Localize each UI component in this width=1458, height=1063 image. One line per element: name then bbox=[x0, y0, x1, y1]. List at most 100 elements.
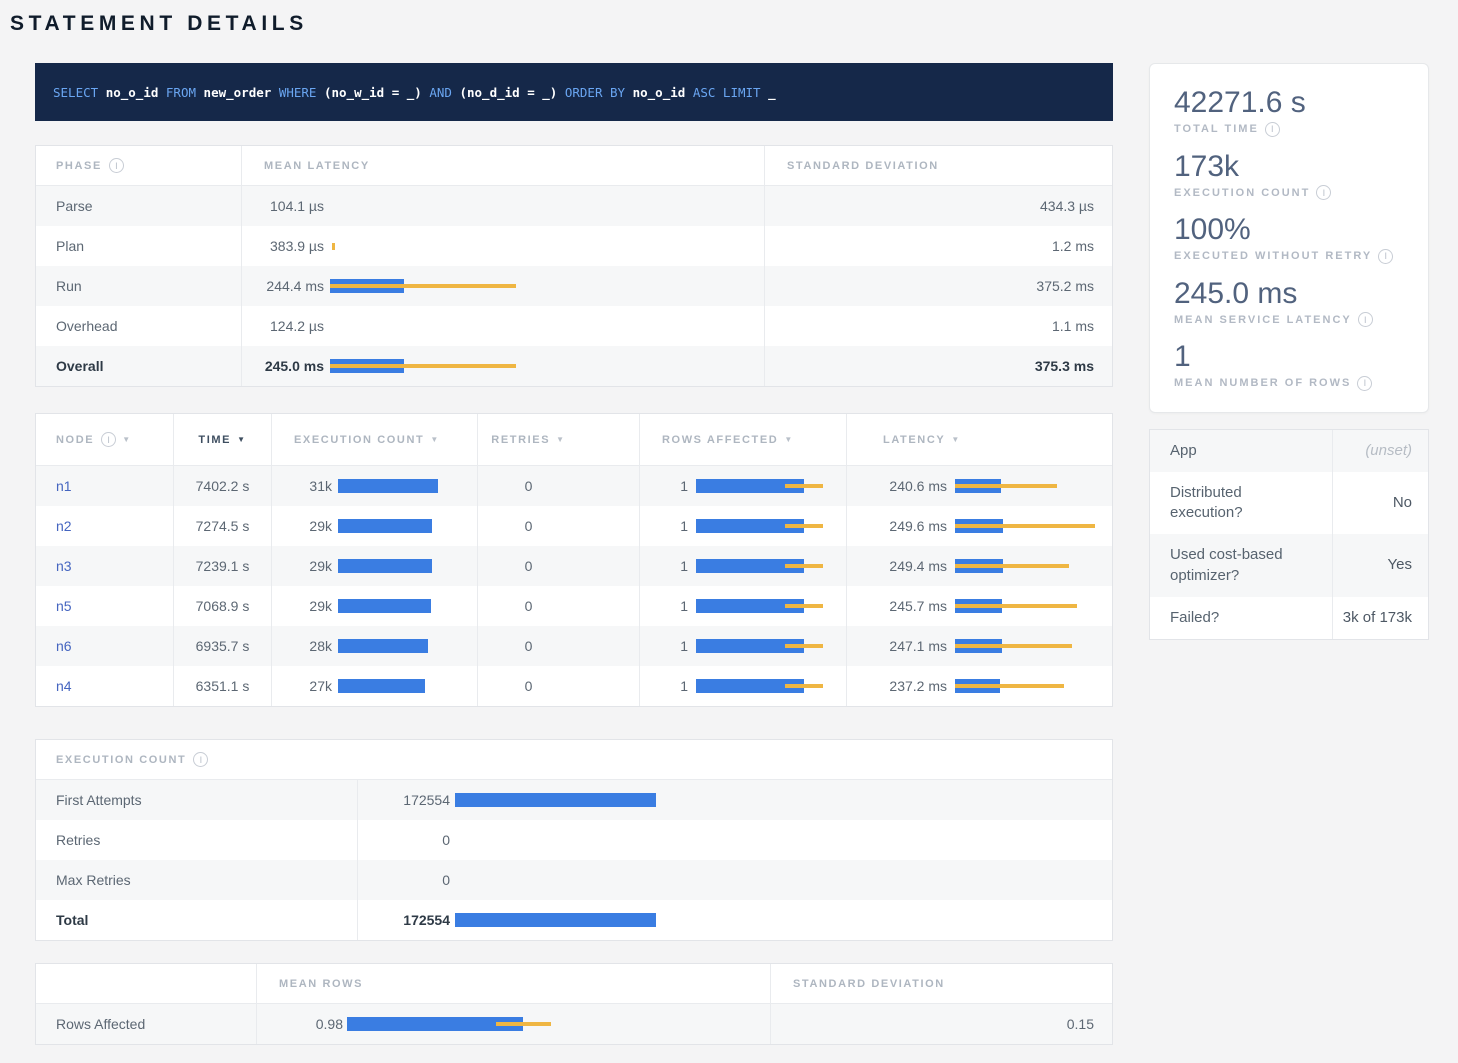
bar-mean-segment bbox=[338, 479, 438, 493]
latency-cell: 247.1 ms bbox=[846, 626, 1114, 666]
info-icon[interactable]: i bbox=[101, 432, 116, 447]
node-header-cell[interactable]: NODE i ▼ bbox=[36, 414, 173, 465]
info-icon[interactable]: i bbox=[1357, 376, 1372, 391]
phase-row: Plan383.9 µs1.2 ms bbox=[36, 226, 1112, 266]
time-header-cell[interactable]: TIME ▼ bbox=[173, 414, 271, 465]
phase-name: Overhead bbox=[36, 306, 241, 346]
mean-rows-cell: 0.98 bbox=[256, 1004, 770, 1044]
mean-latency-cell: 244.4 ms bbox=[241, 266, 764, 306]
summary-stats-card: 42271.6 sTOTAL TIMEi173kEXECUTION COUNTi… bbox=[1149, 63, 1429, 413]
sort-arrow-icon[interactable]: ▼ bbox=[951, 435, 961, 444]
stat-value: 245.0 ms bbox=[1174, 277, 1404, 312]
summary-stat: 1MEAN NUMBER OF ROWSi bbox=[1174, 340, 1404, 391]
stat-label: EXECUTION COUNTi bbox=[1174, 185, 1404, 200]
bar-stddev-whisker bbox=[785, 524, 823, 528]
execution-count-cell: 29k bbox=[271, 586, 477, 626]
phase-latency-table: PHASE i MEAN LATENCY STANDARD DEVIATION … bbox=[35, 145, 1113, 387]
execution-count-value: 28k bbox=[276, 638, 332, 654]
details-value: 3k of 173k bbox=[1332, 597, 1428, 639]
rows-affected-header-cell[interactable]: ROWS AFFECTED ▼ bbox=[639, 414, 846, 465]
execution-count-row-value-cell: 172554 bbox=[357, 780, 1112, 820]
info-icon[interactable]: i bbox=[109, 158, 124, 173]
phase-row: Parse104.1 µs434.3 µs bbox=[36, 186, 1112, 226]
phase-header-cell: PHASE i bbox=[36, 146, 241, 185]
rows-affected-row: Rows Affected0.980.15 bbox=[36, 1004, 1112, 1044]
bar-stddev-whisker bbox=[330, 284, 516, 288]
rows-affected-value: 1 bbox=[648, 598, 688, 614]
bar-stddev-whisker bbox=[785, 564, 823, 568]
mean-latency-cell: 124.2 µs bbox=[241, 306, 764, 346]
mean-latency-value: 124.2 µs bbox=[246, 318, 324, 334]
mean-rows-bar bbox=[347, 1017, 551, 1031]
details-value: (unset) bbox=[1332, 430, 1428, 472]
node-time: 7402.2 s bbox=[173, 466, 271, 506]
summary-stat: 245.0 msMEAN SERVICE LATENCYi bbox=[1174, 277, 1404, 328]
latency-header-label: LATENCY bbox=[883, 434, 945, 446]
details-row: App(unset) bbox=[1150, 430, 1428, 472]
execution-count-header-cell[interactable]: EXECUTION COUNT ▼ bbox=[271, 414, 477, 465]
node-name-cell: n6 bbox=[36, 626, 173, 666]
node-link[interactable]: n3 bbox=[56, 558, 72, 574]
node-link[interactable]: n2 bbox=[56, 518, 72, 534]
info-icon[interactable]: i bbox=[1378, 249, 1393, 264]
stddev-header-label: STANDARD DEVIATION bbox=[793, 978, 945, 990]
sql-identifier: new_order bbox=[204, 85, 272, 100]
latency-header-cell[interactable]: LATENCY ▼ bbox=[846, 414, 1114, 465]
phase-table-body: Parse104.1 µs434.3 µsPlan383.9 µs1.2 msR… bbox=[36, 186, 1112, 386]
rows-affected-cell: 1 bbox=[639, 626, 846, 666]
node-name-cell: n3 bbox=[36, 546, 173, 586]
details-row: Failed?3k of 173k bbox=[1150, 597, 1428, 639]
stddev-value: 1.2 ms bbox=[764, 226, 1114, 266]
latency-bar bbox=[955, 519, 1095, 533]
details-label: Distributed execution? bbox=[1150, 472, 1332, 535]
rows-affected-header-label: ROWS AFFECTED bbox=[662, 434, 778, 446]
info-icon[interactable]: i bbox=[1358, 312, 1373, 327]
execution-count-row-value: 172554 bbox=[362, 912, 450, 928]
mean-rows-header-label: MEAN ROWS bbox=[279, 978, 363, 990]
execution-count-cell: 27k bbox=[271, 666, 477, 706]
sort-arrow-icon[interactable]: ▼ bbox=[784, 435, 794, 444]
retries-header-cell[interactable]: RETRIES ▼ bbox=[477, 414, 639, 465]
sort-arrow-icon[interactable]: ▼ bbox=[237, 435, 247, 444]
stddev-tick bbox=[332, 243, 335, 250]
node-time: 7274.5 s bbox=[173, 506, 271, 546]
sort-arrow-icon[interactable]: ▼ bbox=[122, 435, 132, 444]
latency-cell: 237.2 ms bbox=[846, 666, 1114, 706]
time-header-label: TIME bbox=[198, 434, 231, 446]
retries-value: 0 bbox=[477, 586, 639, 626]
node-link[interactable]: n4 bbox=[56, 678, 72, 694]
node-link[interactable]: n5 bbox=[56, 598, 72, 614]
rows-affected-value: 1 bbox=[648, 518, 688, 534]
latency-bar bbox=[955, 559, 1069, 573]
sort-arrow-icon[interactable]: ▼ bbox=[556, 435, 566, 444]
latency-cell: 240.6 ms bbox=[846, 466, 1114, 506]
execution-count-cell: 28k bbox=[271, 626, 477, 666]
sql-identifier: no_o_id bbox=[106, 85, 159, 100]
bar-stddev-whisker bbox=[785, 604, 823, 608]
phase-name: Plan bbox=[36, 226, 241, 266]
mean-latency-cell: 383.9 µs bbox=[241, 226, 764, 266]
node-header-label: NODE bbox=[56, 434, 94, 446]
info-icon[interactable]: i bbox=[1316, 185, 1331, 200]
node-link[interactable]: n6 bbox=[56, 638, 72, 654]
rows-affected-bar bbox=[696, 519, 823, 533]
page-title: STATEMENT DETAILS bbox=[10, 12, 1428, 36]
info-icon[interactable]: i bbox=[193, 752, 208, 767]
phase-name: Run bbox=[36, 266, 241, 306]
bar-mean-segment bbox=[338, 639, 428, 653]
node-link[interactable]: n1 bbox=[56, 478, 72, 494]
execution-count-table-body: First Attempts172554Retries0Max Retries0… bbox=[36, 780, 1112, 940]
info-icon[interactable]: i bbox=[1265, 122, 1280, 137]
sort-arrow-icon[interactable]: ▼ bbox=[430, 435, 440, 444]
execution-count-row-label: Total bbox=[36, 900, 357, 940]
bar-mean-segment bbox=[455, 793, 656, 807]
mean-latency-header-cell: MEAN LATENCY bbox=[241, 146, 764, 185]
stddev-header-label: STANDARD DEVIATION bbox=[787, 160, 939, 172]
execution-count-row-value: 0 bbox=[362, 832, 450, 848]
mean-latency-value: 104.1 µs bbox=[246, 198, 324, 214]
latency-bar bbox=[955, 639, 1072, 653]
node-table-body: n17402.2 s31k01240.6 msn27274.5 s29k0124… bbox=[36, 466, 1112, 706]
execution-count-title-label: EXECUTION COUNT bbox=[56, 754, 186, 766]
execution-count-value: 29k bbox=[276, 558, 332, 574]
latency-value: 240.6 ms bbox=[855, 478, 947, 494]
